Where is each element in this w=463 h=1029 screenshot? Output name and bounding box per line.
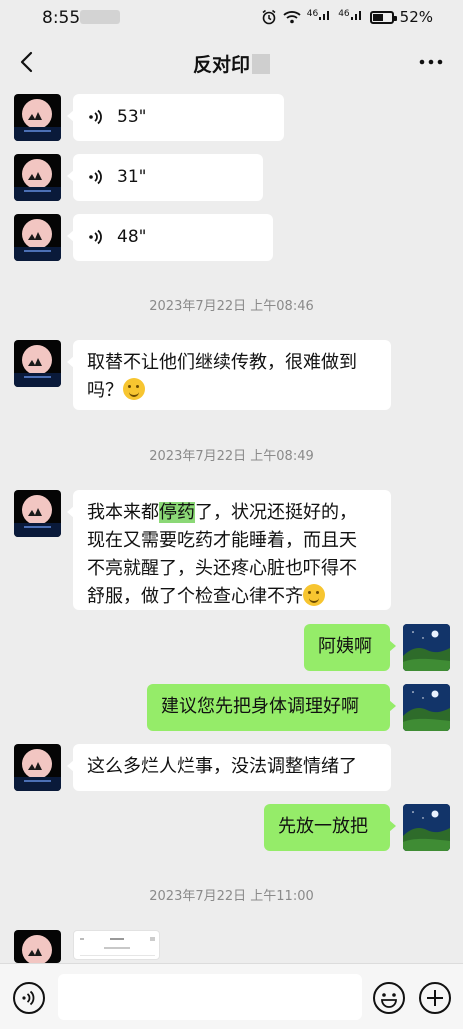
voice-input-icon[interactable] — [12, 981, 46, 1015]
message-text: 舒服，做了个检查心律不齐 — [87, 586, 303, 607]
message-text: 了，状况还挺好的， — [195, 502, 357, 523]
title-blur — [252, 54, 270, 74]
input-bar — [0, 963, 463, 1029]
message-text: 建议您先把身体调理好啊 — [161, 696, 359, 717]
message-bubble-self[interactable]: 建议您先把身体调理好啊 — [147, 684, 396, 731]
message-text: 我本来都 — [87, 502, 159, 523]
add-icon[interactable] — [418, 981, 452, 1015]
signal-bars-icon — [319, 11, 330, 20]
signal-label-1: 46 — [306, 9, 319, 19]
moon-avatar-icon — [14, 495, 61, 537]
night-landscape-avatar-icon — [403, 684, 450, 731]
avatar[interactable] — [14, 930, 61, 963]
status-icons: 46 46 52% — [261, 8, 433, 26]
message-line: 不亮就醒了，头还疼心脏也吓得不 — [87, 558, 357, 579]
message-bubble-text[interactable]: 取替不让他们继续传教，很难做到 吗？ — [67, 340, 391, 410]
voice-duration: 31" — [117, 167, 147, 187]
signal-2: 46 — [338, 9, 363, 25]
moon-avatar-icon — [14, 749, 61, 791]
signal-1: 46 — [307, 9, 332, 25]
status-blur — [80, 10, 120, 24]
laughing-emoji-icon — [123, 378, 145, 400]
highlighted-text: 停药 — [159, 502, 195, 523]
chat-title: 反对印 — [0, 50, 463, 77]
status-time: 8:55 — [42, 8, 81, 28]
chat-title-text: 反对印 — [192, 54, 250, 76]
voice-duration: 53" — [117, 107, 147, 127]
message-line: 现在又需要吃药才能睡着，而且天 — [87, 530, 357, 551]
voice-message: 31" — [87, 163, 249, 191]
message-line: 我本来都停药了，状况还挺好的， — [87, 499, 377, 527]
frustrated-emoji-icon — [303, 584, 325, 606]
screenshot-thumbnail-icon — [80, 937, 155, 956]
voice-wave-icon — [89, 169, 102, 185]
self-avatar[interactable] — [403, 804, 450, 851]
nav-bar: 反对印 — [0, 40, 463, 84]
emoji-icon[interactable] — [372, 981, 406, 1015]
message-bubble-text[interactable]: 这么多烂人烂事，没法调整情绪了 — [67, 744, 391, 791]
message-line: 舒服，做了个检查心律不齐 — [87, 583, 377, 611]
message-bubble-text[interactable]: 我本来都停药了，状况还挺好的， 现在又需要吃药才能睡着，而且天 不亮就醒了，头还… — [67, 490, 391, 611]
voice-wave-icon — [89, 229, 102, 245]
avatar[interactable] — [14, 214, 61, 261]
alarm-icon — [262, 9, 276, 25]
self-avatar[interactable] — [403, 684, 450, 731]
message-text: 阿姨啊 — [318, 636, 372, 657]
message-text: 吗？ — [87, 380, 123, 401]
moon-avatar-icon — [14, 99, 61, 141]
battery-percent: 52% — [399, 8, 433, 26]
message-timestamp: 2023年7月22日 上午11:00 — [149, 889, 314, 904]
avatar[interactable] — [14, 154, 61, 201]
message-timestamp: 2023年7月22日 上午08:46 — [149, 299, 314, 314]
chat-area[interactable]: 53" 31" 48" 2023年7月22日 上午08:46 取替不让他们继续传… — [0, 88, 463, 963]
message-bubble-voice[interactable]: 31" — [67, 154, 263, 201]
avatar[interactable] — [14, 340, 61, 387]
message-timestamp: 2023年7月22日 上午08:49 — [149, 449, 314, 464]
moon-avatar-icon — [14, 219, 61, 261]
message-text: 这么多烂人烂事，没法调整情绪了 — [87, 756, 357, 777]
night-landscape-avatar-icon — [403, 624, 450, 671]
signal-bars-icon — [350, 11, 361, 20]
moon-avatar-icon — [22, 935, 52, 963]
message-line: 吗？ — [87, 377, 377, 405]
message-bubble-voice[interactable]: 53" — [67, 94, 284, 141]
avatar[interactable] — [14, 490, 61, 537]
moon-avatar-icon — [14, 345, 61, 387]
voice-message: 48" — [87, 223, 259, 251]
avatar[interactable] — [14, 744, 61, 791]
message-text: 先放一放把 — [278, 816, 368, 837]
moon-avatar-icon — [14, 159, 61, 201]
image-message-thumbnail[interactable] — [73, 930, 160, 960]
signal-label-2: 46 — [338, 9, 350, 19]
message-bubble-voice[interactable]: 48" — [67, 214, 273, 261]
voice-message: 53" — [87, 103, 270, 131]
avatar[interactable] — [14, 94, 61, 141]
more-dots-icon[interactable] — [417, 50, 445, 74]
message-bubble-self[interactable]: 先放一放把 — [264, 804, 396, 851]
night-landscape-avatar-icon — [403, 804, 450, 851]
status-bar: 8:55 46 46 52% — [0, 0, 463, 36]
message-line: 取替不让他们继续传教，很难做到 — [87, 352, 357, 373]
battery-icon — [369, 10, 397, 24]
message-bubble-self[interactable]: 阿姨啊 — [304, 624, 396, 671]
wifi-icon — [283, 11, 301, 24]
self-avatar[interactable] — [403, 624, 450, 671]
voice-wave-icon — [89, 109, 102, 125]
voice-duration: 48" — [117, 227, 147, 247]
message-input[interactable] — [58, 974, 362, 1020]
